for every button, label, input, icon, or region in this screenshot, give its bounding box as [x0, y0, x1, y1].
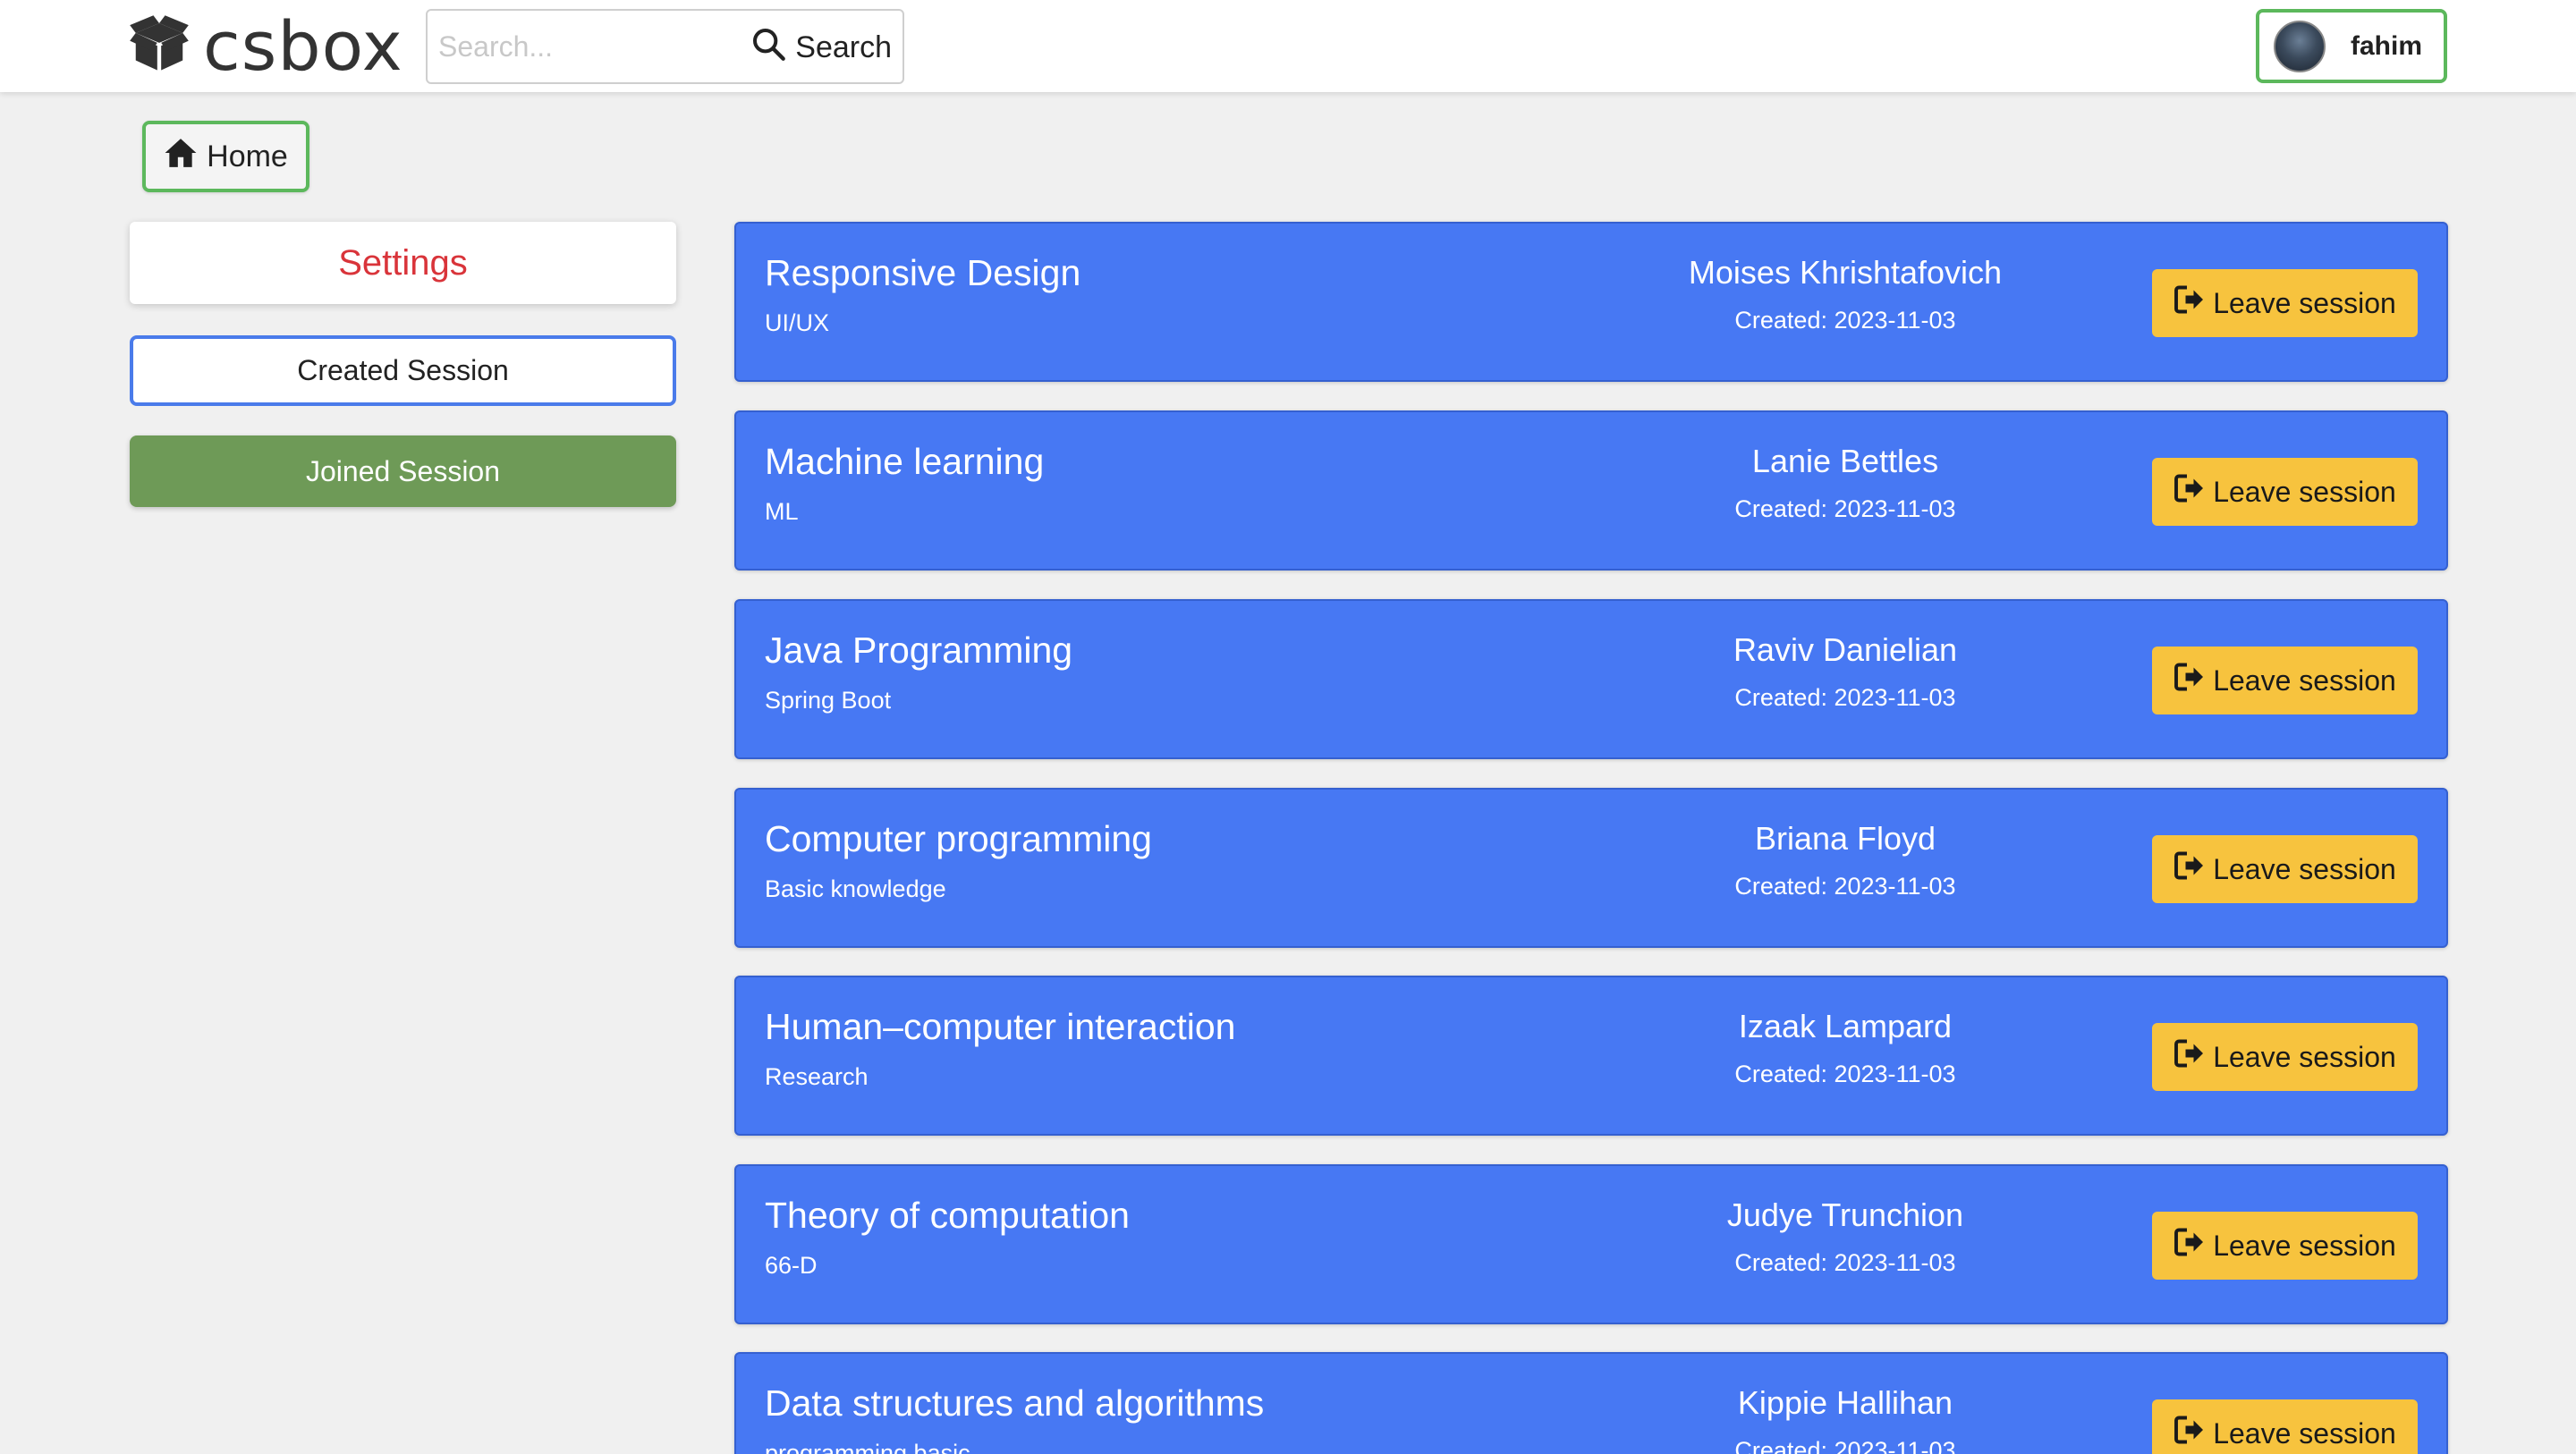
search-box: Search [426, 9, 904, 84]
session-card[interactable]: Responsive Design UI/UX Moises Khrishtaf… [734, 222, 2448, 382]
leave-session-label: Leave session [2213, 852, 2396, 885]
session-category: ML [765, 498, 799, 525]
leave-session-button[interactable]: Leave session [2152, 458, 2418, 526]
leave-session-label: Leave session [2213, 664, 2396, 697]
session-title: Theory of computation [765, 1195, 1130, 1236]
session-author: Briana Floyd [1754, 820, 1936, 857]
session-card[interactable]: Human–computer interaction Research Izaa… [734, 976, 2448, 1136]
session-title: Machine learning [765, 441, 1045, 482]
sign-out-icon [2174, 661, 2206, 700]
sign-out-icon [2174, 1037, 2206, 1077]
leave-session-label: Leave session [2213, 1040, 2396, 1073]
session-category: Research [765, 1063, 869, 1090]
session-card[interactable]: Computer programming Basic knowledge Bri… [734, 788, 2448, 948]
search-icon [750, 26, 786, 70]
session-author: Lanie Bettles [1751, 443, 1939, 479]
session-card[interactable]: Machine learning ML Lanie Bettles Create… [734, 410, 2448, 571]
leave-session-button[interactable]: Leave session [2152, 1023, 2418, 1091]
leave-session-button[interactable]: Leave session [2152, 647, 2418, 714]
sign-out-icon [2174, 850, 2206, 889]
search-button[interactable]: Search [750, 21, 892, 73]
sign-out-icon [2174, 1226, 2206, 1265]
sign-out-icon [2174, 1414, 2206, 1453]
leave-session-label: Leave session [2213, 1229, 2396, 1262]
session-created-date: Created: 2023-11-03 [1734, 873, 1956, 900]
user-name: fahim [2351, 30, 2423, 61]
brand-name: csbox [203, 6, 403, 86]
session-category: Spring Boot [765, 687, 892, 714]
created-session-button[interactable]: Created Session [130, 335, 676, 406]
leave-session-button[interactable]: Leave session [2152, 1212, 2418, 1280]
home-icon [164, 136, 198, 178]
session-category: Basic knowledge [765, 875, 946, 902]
session-title: Data structures and algorithms [765, 1382, 1265, 1424]
leave-session-label: Leave session [2213, 286, 2396, 319]
session-title: Computer programming [765, 818, 1152, 859]
user-menu-button[interactable]: fahim [2256, 9, 2447, 83]
session-created-date: Created: 2023-11-03 [1734, 495, 1956, 522]
session-title: Human–computer interaction [765, 1006, 1236, 1047]
avatar [2274, 20, 2326, 72]
session-card[interactable]: Data structures and algorithms programmi… [734, 1352, 2448, 1454]
home-label: Home [207, 139, 288, 173]
session-category: programming basic [765, 1440, 970, 1454]
session-card[interactable]: Theory of computation 66-D Judye Trunchi… [734, 1164, 2448, 1324]
session-title: Responsive Design [765, 252, 1081, 293]
session-category: UI/UX [765, 309, 830, 336]
session-author: Izaak Lampard [1738, 1008, 1953, 1044]
search-button-label: Search [795, 30, 892, 64]
top-navbar: csbox Search fahim [0, 0, 2576, 92]
home-button[interactable]: Home [142, 121, 309, 192]
session-created-date: Created: 2023-11-03 [1734, 1249, 1956, 1276]
leave-session-label: Leave session [2213, 475, 2396, 508]
session-title: Java Programming [765, 630, 1073, 671]
box-icon [128, 13, 191, 80]
session-created-date: Created: 2023-11-03 [1734, 307, 1956, 334]
settings-header[interactable]: Settings [130, 222, 676, 304]
joined-session-button[interactable]: Joined Session [130, 435, 676, 507]
search-input[interactable] [428, 15, 750, 78]
leave-session-button[interactable]: Leave session [2152, 1399, 2418, 1454]
session-author: Raviv Danielian [1733, 631, 1958, 668]
leave-session-label: Leave session [2213, 1416, 2396, 1450]
session-category: 66-D [765, 1252, 818, 1279]
sign-out-icon [2174, 472, 2206, 511]
session-created-date: Created: 2023-11-03 [1734, 1437, 1956, 1454]
session-author: Judye Trunchion [1726, 1196, 1964, 1233]
sign-out-icon [2174, 283, 2206, 323]
session-created-date: Created: 2023-11-03 [1734, 684, 1956, 711]
session-author: Kippie Hallihan [1737, 1384, 1953, 1421]
session-created-date: Created: 2023-11-03 [1734, 1061, 1956, 1087]
session-author: Moises Khrishtafovich [1688, 254, 2003, 291]
leave-session-button[interactable]: Leave session [2152, 269, 2418, 337]
session-card[interactable]: Java Programming Spring Boot Raviv Danie… [734, 599, 2448, 759]
leave-session-button[interactable]: Leave session [2152, 835, 2418, 903]
brand-logo[interactable]: csbox [128, 13, 403, 80]
